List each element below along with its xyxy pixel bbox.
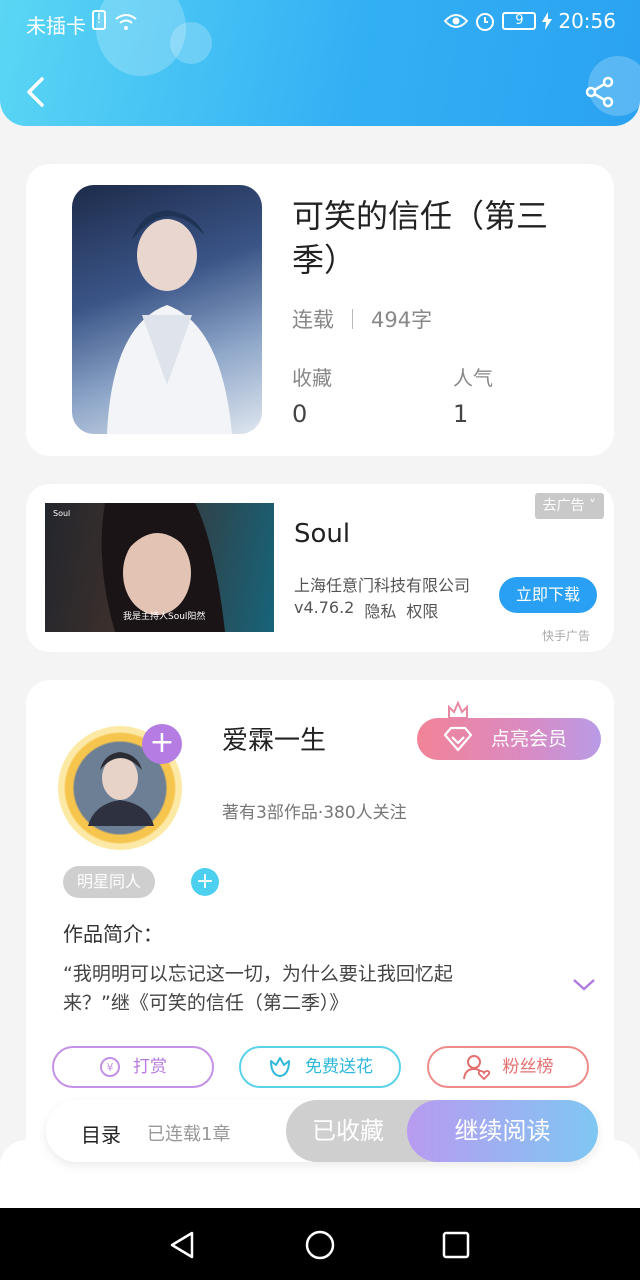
ad-version: v4.76.2 <box>294 598 355 617</box>
ad-company: 上海任意门科技有限公司 <box>294 576 471 595</box>
ad-permissions-link[interactable]: 权限 <box>406 598 438 622</box>
intro-text: “我明明可以忘记这一切，为什么要让我回忆起来？”继《可笑的信任（第二季）》 <box>63 963 453 1014</box>
status-bar: 未插卡 ! 9 20:56 <box>0 0 640 44</box>
ad-meta: v4.76.2 隐私 权限 <box>294 598 438 622</box>
ad-app-name: Soul <box>294 519 351 549</box>
favorites-label: 收藏 <box>292 366 332 390</box>
ad-image-logo: Soul <box>53 509 71 518</box>
ad-image[interactable]: Soul 我是主持人Soul阳然 <box>45 503 274 632</box>
chevron-down-icon: ˅ <box>589 498 596 514</box>
user-heart-icon <box>462 1055 490 1080</box>
alarm-icon <box>476 13 495 31</box>
svg-text:¥: ¥ <box>107 1061 114 1074</box>
battery-icon: 9 <box>502 12 537 30</box>
bottom-action-bar: 目录 已连载1章 已收藏 继续阅读 <box>46 1100 598 1162</box>
fans-ranking-label: 粉丝榜 <box>502 1057 554 1077</box>
book-cover-image[interactable] <box>72 185 262 434</box>
nav-back-icon[interactable] <box>166 1229 198 1261</box>
cover-figure-icon <box>107 210 232 434</box>
meta-divider <box>352 309 353 329</box>
ad-privacy-link[interactable]: 隐私 <box>364 598 396 622</box>
ad-source: 快手广告 <box>541 629 590 643</box>
add-tag-icon[interactable]: + <box>191 868 219 896</box>
diamond-icon <box>443 726 473 752</box>
fans-ranking-button[interactable]: 粉丝榜 <box>427 1046 589 1088</box>
chapter-count: 已连载1章 <box>147 1124 231 1145</box>
ad-image-caption: 我是主持人Soul阳然 <box>123 612 206 622</box>
system-nav-bar <box>0 1208 640 1280</box>
author-stats: 著有3部作品·380人关注 <box>222 803 407 823</box>
remove-ad-button[interactable]: 去广告 ˅ <box>534 493 604 519</box>
popularity-label: 人气 <box>453 366 493 390</box>
share-icon[interactable] <box>584 76 616 108</box>
book-meta: 连载 494字 <box>292 304 432 334</box>
header: 未插卡 ! 9 20:56 <box>0 0 640 126</box>
wifi-icon <box>115 14 137 30</box>
ad-card[interactable]: Soul 我是主持人Soul阳然 去广告 ˅ Soul 上海任意门科技有限公司 … <box>26 484 614 652</box>
toc-button[interactable]: 目录 <box>81 1119 121 1148</box>
sim-alert-icon: ! <box>92 10 106 30</box>
remove-ad-label: 去广告 <box>542 498 585 514</box>
book-info-card: 可笑的信任（第三季） 连载 494字 收藏 0 人气 1 <box>26 164 614 456</box>
send-flower-button[interactable]: 免费送花 <box>239 1046 401 1088</box>
popularity-value: 1 <box>453 400 469 428</box>
back-icon[interactable] <box>22 76 50 108</box>
send-flower-label: 免费送花 <box>305 1057 373 1077</box>
tip-label: 打赏 <box>133 1057 167 1077</box>
favorites-value: 0 <box>292 400 308 428</box>
tip-button[interactable]: ¥ 打赏 <box>52 1046 214 1088</box>
carrier-label: 未插卡 <box>26 14 86 38</box>
clock: 20:56 <box>558 9 616 33</box>
coin-icon: ¥ <box>100 1057 120 1077</box>
charging-icon <box>542 12 553 30</box>
continue-reading-button[interactable]: 继续阅读 <box>407 1100 598 1162</box>
status-icons: 9 20:56 <box>444 9 616 33</box>
author-name: 爱霖一生 <box>222 726 327 756</box>
vip-button[interactable]: 点亮会员 <box>417 718 601 760</box>
ad-download-button[interactable]: 立即下载 <box>499 577 597 613</box>
book-title: 可笑的信任（第三季） <box>292 197 549 279</box>
nav-recents-icon[interactable] <box>440 1229 472 1261</box>
book-status: 连载 <box>292 308 334 332</box>
eye-icon <box>444 14 469 28</box>
follow-plus-icon[interactable]: + <box>142 724 182 764</box>
tag-chip[interactable]: 明星同人 <box>63 866 156 898</box>
book-word-count: 494字 <box>371 308 433 332</box>
vip-label: 点亮会员 <box>491 728 568 750</box>
flower-icon <box>270 1057 290 1077</box>
nav-home-icon[interactable] <box>304 1229 336 1261</box>
chevron-down-icon[interactable] <box>572 978 596 992</box>
intro-label: 作品简介： <box>63 922 163 946</box>
